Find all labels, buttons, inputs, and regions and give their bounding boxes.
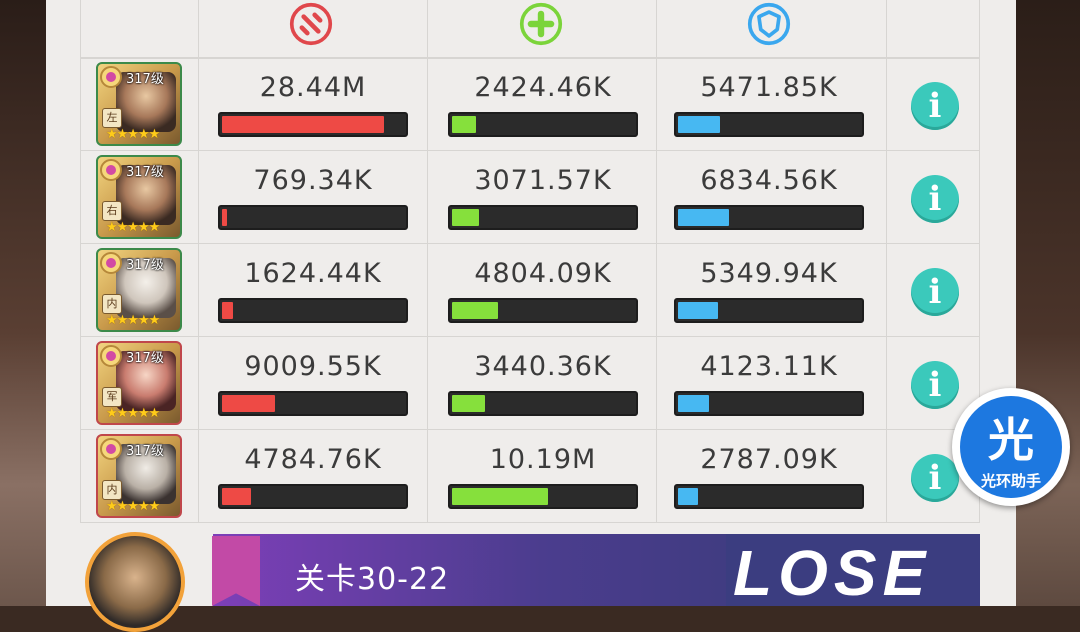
damage-value: 28.44M [259, 72, 367, 103]
info-icon: i [928, 179, 942, 219]
result-label: LOSE [733, 537, 932, 609]
hero-level: 317级 [126, 444, 164, 459]
hero-level: 317级 [126, 351, 164, 366]
heal-value: 4804.09K [474, 258, 612, 289]
damage-value: 769.34K [253, 165, 373, 196]
header-cell-attack [199, 0, 428, 58]
heal-value: 3071.57K [474, 165, 612, 196]
damage-bar-fill [222, 116, 384, 133]
shield-bar-fill [678, 395, 709, 412]
damage-bar-fill [222, 395, 275, 412]
hero-level: 317级 [126, 165, 164, 180]
shield-bar [674, 112, 864, 137]
heart-badge-icon [100, 159, 122, 181]
damage-bar [218, 112, 408, 137]
heart-badge-icon [100, 252, 122, 274]
header-cell-info [887, 0, 980, 58]
hero-position-tag: 右 [102, 201, 122, 221]
hero-avatar[interactable]: 317级 右 ★★★★★ [96, 155, 182, 239]
shield-value: 4123.11K [700, 351, 838, 382]
hero-avatar[interactable]: 317级 军 ★★★★★ [96, 341, 182, 425]
hero-level: 317级 [126, 258, 164, 273]
hero-position-tag: 左 [102, 108, 122, 128]
hero-stars-icon: ★★★★★ [106, 406, 160, 421]
heal-value: 3440.36K [474, 351, 612, 382]
hero-position-tag: 内 [102, 294, 122, 314]
heal-bar-fill [452, 395, 485, 412]
attack-icon [289, 2, 333, 46]
hero-position-tag: 内 [102, 480, 122, 500]
shield-bar [674, 391, 864, 416]
assistant-glyph: 光 [988, 413, 1034, 467]
hero-position-tag: 军 [102, 387, 122, 407]
info-button[interactable]: i [911, 454, 959, 502]
heal-bar [448, 205, 638, 230]
header-cell-hero [80, 0, 199, 58]
header-cell-shield [657, 0, 887, 58]
hero-avatar[interactable]: 317级 内 ★★★★★ [96, 434, 182, 518]
player-avatar[interactable] [85, 532, 185, 632]
background-left [0, 0, 48, 606]
heal-bar [448, 298, 638, 323]
shield-value: 6834.56K [700, 165, 838, 196]
hero-stars-icon: ★★★★★ [106, 499, 160, 514]
damage-bar [218, 391, 408, 416]
shield-value: 5349.94K [700, 258, 838, 289]
shield-value: 2787.09K [700, 444, 838, 475]
damage-bar [218, 484, 408, 509]
damage-bar [218, 298, 408, 323]
hero-stars-icon: ★★★★★ [106, 220, 160, 235]
assistant-float-button[interactable]: 光 光环助手 [952, 388, 1070, 506]
flame-badge-icon [100, 438, 122, 460]
heal-bar [448, 112, 638, 137]
heal-bar-fill [452, 488, 549, 505]
moon-badge-icon [100, 345, 122, 367]
heal-bar [448, 484, 638, 509]
damage-bar-fill [222, 488, 252, 505]
info-button[interactable]: i [911, 175, 959, 223]
damage-value: 4784.76K [244, 444, 382, 475]
info-button[interactable]: i [911, 82, 959, 130]
hero-avatar[interactable]: 317级 内 ★★★★★ [96, 248, 182, 332]
heal-bar [448, 391, 638, 416]
damage-value: 1624.44K [244, 258, 382, 289]
info-icon: i [928, 86, 942, 126]
info-icon: i [928, 365, 942, 405]
damage-bar-fill [222, 302, 233, 319]
shield-bar-fill [678, 116, 720, 133]
assistant-icon: 光 光环助手 [960, 396, 1062, 498]
shield-bar [674, 205, 864, 230]
shield-icon [747, 2, 791, 46]
info-button[interactable]: i [911, 361, 959, 409]
heal-value: 10.19M [489, 444, 597, 475]
header-cell-heal [428, 0, 657, 58]
shield-value: 5471.85K [700, 72, 838, 103]
shield-bar [674, 484, 864, 509]
heal-icon [519, 2, 563, 46]
stage-label: 关卡30-22 [295, 562, 450, 597]
info-icon: i [928, 272, 942, 312]
background-right [1014, 0, 1080, 606]
heart-badge-icon [100, 66, 122, 88]
shield-bar-fill [678, 209, 729, 226]
info-icon: i [928, 458, 942, 498]
heal-bar-fill [452, 302, 498, 319]
hero-level: 317级 [126, 72, 164, 87]
damage-bar-fill [222, 209, 228, 226]
shield-bar-fill [678, 302, 719, 319]
heal-bar-fill [452, 116, 476, 133]
info-button[interactable]: i [911, 268, 959, 316]
assistant-label: 光环助手 [980, 472, 1041, 490]
battle-result-footer: 关卡30-22 LOSE [85, 532, 980, 632]
hero-stars-icon: ★★★★★ [106, 313, 160, 328]
hero-stars-icon: ★★★★★ [106, 127, 160, 142]
shield-bar-fill [678, 488, 699, 505]
damage-value: 9009.55K [244, 351, 382, 382]
hero-avatar[interactable]: 317级 左 ★★★★★ [96, 62, 182, 146]
heal-value: 2424.46K [474, 72, 612, 103]
shield-bar [674, 298, 864, 323]
heal-bar-fill [452, 209, 480, 226]
damage-bar [218, 205, 408, 230]
